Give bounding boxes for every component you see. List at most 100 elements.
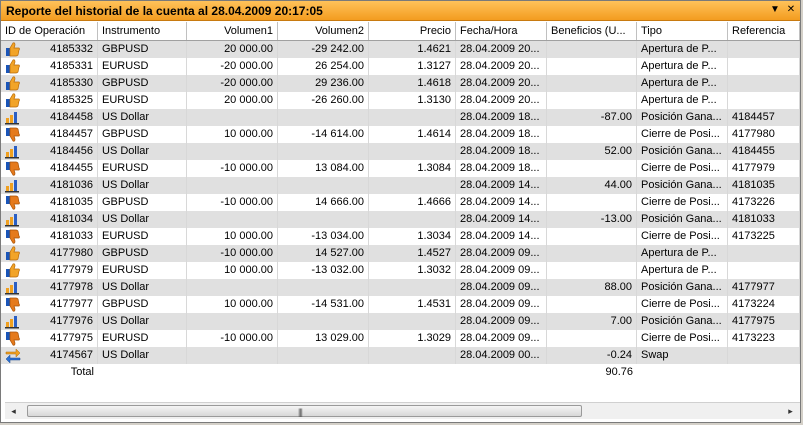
table-row[interactable]: 4177977 GBPUSD 10 000.00 -14 531.00 1.4531 28…	[1, 296, 800, 313]
table-row[interactable]: 4181033 EURUSD 10 000.00 -13 034.00 1.3034 28…	[1, 228, 800, 245]
table-row[interactable]: 4181034 US Dollar 28.04.2009 14... -13.00 Po…	[1, 211, 800, 228]
cell-v2	[278, 313, 369, 330]
table-row[interactable]: 4184455 EURUSD -10 000.00 13 084.00 1.3084 28…	[1, 160, 800, 177]
cell-profit	[547, 228, 637, 245]
cell-v2: 29 236.00	[278, 75, 369, 92]
cell-ref: 4177980	[728, 126, 800, 143]
scroll-left-icon[interactable]: ◂	[5, 403, 22, 419]
cell-type: Apertura de P...	[637, 58, 728, 75]
table-row[interactable]: 4177979 EURUSD 10 000.00 -13 032.00 1.3032 28…	[1, 262, 800, 279]
cell-text: GBPUSD	[102, 128, 149, 140]
cell-text: -10 000.00	[220, 332, 273, 344]
total-profit: 90.76	[605, 366, 633, 378]
menu-dropdown-icon[interactable]: ▼	[768, 3, 782, 17]
cell-v1: -10 000.00	[187, 194, 278, 211]
table-row[interactable]: 4177975 EURUSD -10 000.00 13 029.00 1.3029 28…	[1, 330, 800, 347]
column-header-inst[interactable]: Instrumento	[98, 22, 187, 40]
cell-type: Posición Gana...	[637, 143, 728, 160]
gain-icon	[5, 110, 21, 125]
cell-text: 1.4666	[417, 196, 451, 208]
thumbs-down-icon	[5, 331, 21, 346]
table-row[interactable]: 4184456 US Dollar 28.04.2009 18... 52.00 Pos…	[1, 143, 800, 160]
cell-text: 10 000.00	[224, 264, 273, 276]
cell-v2: -29 242.00	[278, 41, 369, 58]
cell-text: Posición Gana...	[641, 179, 722, 191]
column-header-v1[interactable]: Volumen1	[187, 22, 278, 40]
cell-text: -13 034.00	[311, 230, 364, 242]
cell-inst: EURUSD	[98, 160, 187, 177]
cell-price: 1.4527	[369, 245, 456, 262]
thumbs-down-icon	[5, 297, 21, 312]
table-row[interactable]: 4181036 US Dollar 28.04.2009 14... 44.00 Pos…	[1, 177, 800, 194]
column-header-v2[interactable]: Volumen2	[278, 22, 369, 40]
cell-dt: 28.04.2009 00...	[456, 347, 547, 364]
thumbs-down-icon	[5, 127, 21, 142]
horizontal-scrollbar[interactable]: ◂ ||| ▸	[5, 402, 800, 419]
table-row[interactable]: 4177976 US Dollar 28.04.2009 09... 7.00 Posi…	[1, 313, 800, 330]
cell-text: Apertura de P...	[641, 77, 717, 89]
cell-type: Cierre de Posi...	[637, 194, 728, 211]
cell-price	[369, 313, 456, 330]
cell-price: 1.4618	[369, 75, 456, 92]
cell-dt: 28.04.2009 14...	[456, 194, 547, 211]
cell-ref: 4173224	[728, 296, 800, 313]
cell-text: 28.04.2009 18...	[460, 162, 540, 174]
cell-text: 52.00	[604, 145, 632, 157]
close-icon[interactable]: ✕	[784, 3, 798, 17]
cell-dt: 28.04.2009 18...	[456, 160, 547, 177]
table-row[interactable]: 4185325 EURUSD 20 000.00 -26 260.00 1.3130 28…	[1, 92, 800, 109]
table-row[interactable]: 4184458 US Dollar 28.04.2009 18... -87.00 Po…	[1, 109, 800, 126]
cell-price: 1.3032	[369, 262, 456, 279]
table-row[interactable]: 4185331 EURUSD -20 000.00 26 254.00 1.3127 28…	[1, 58, 800, 75]
column-header-profit[interactable]: Beneficios (U...	[547, 22, 637, 40]
cell-id: 4185331	[1, 58, 98, 75]
table-row[interactable]: 4185332 GBPUSD 20 000.00 -29 242.00 1.4621 28…	[1, 41, 800, 58]
cell-text: 4181033	[732, 213, 775, 225]
cell-v1: 20 000.00	[187, 41, 278, 58]
cell-text: 4185331	[50, 60, 93, 72]
cell-inst: US Dollar	[98, 109, 187, 126]
cell-text: 28.04.2009 09...	[460, 281, 540, 293]
cell-ref	[728, 92, 800, 109]
table-row[interactable]: 4185330 GBPUSD -20 000.00 29 236.00 1.4618 28…	[1, 75, 800, 92]
cell-text: 1.3029	[417, 332, 451, 344]
cell-text: GBPUSD	[102, 77, 149, 89]
cell-v1: -10 000.00	[187, 245, 278, 262]
cell-inst: GBPUSD	[98, 296, 187, 313]
cell-text: 1.3084	[417, 162, 451, 174]
column-header-dt[interactable]: Fecha/Hora	[456, 22, 547, 40]
cell-profit: 52.00	[547, 143, 637, 160]
table-row[interactable]: 4174567 US Dollar 28.04.2009 00... -0.24 Swa…	[1, 347, 800, 364]
table-row[interactable]: 4184457 GBPUSD 10 000.00 -14 614.00 1.4614 28…	[1, 126, 800, 143]
title-bar[interactable]: Reporte del historial de la cuenta al 28…	[1, 1, 800, 21]
cell-text: 4177979	[732, 162, 775, 174]
scroll-thumb[interactable]: |||	[27, 405, 582, 417]
cell-text: -13 032.00	[311, 264, 364, 276]
cell-text: Apertura de P...	[641, 94, 717, 106]
cell-id: 4185330	[1, 75, 98, 92]
cell-v2: -14 614.00	[278, 126, 369, 143]
cell-v2: -13 034.00	[278, 228, 369, 245]
column-header-type[interactable]: Tipo	[637, 22, 728, 40]
cell-id: 4177979	[1, 262, 98, 279]
cell-text: EURUSD	[102, 94, 149, 106]
cell-text: 4184457	[732, 111, 775, 123]
table-row[interactable]: 4177978 US Dollar 28.04.2009 09... 88.00 Pos…	[1, 279, 800, 296]
table-row[interactable]: 4181035 GBPUSD -10 000.00 14 666.00 1.4666 28…	[1, 194, 800, 211]
cell-text: -20 000.00	[220, 60, 273, 72]
column-header-ref[interactable]: Referencia	[728, 22, 800, 40]
cell-inst: EURUSD	[98, 92, 187, 109]
cell-text: 44.00	[604, 179, 632, 191]
column-header-price[interactable]: Precio	[369, 22, 456, 40]
cell-text: 4173225	[732, 230, 775, 242]
cell-text: 4181035	[50, 196, 93, 208]
cell-inst: EURUSD	[98, 262, 187, 279]
cell-inst: EURUSD	[98, 330, 187, 347]
cell-text: 4174567	[50, 349, 93, 361]
cell-text: Apertura de P...	[641, 43, 717, 55]
column-header-id[interactable]: ID de Operación	[1, 22, 98, 40]
cell-profit: 7.00	[547, 313, 637, 330]
cell-ref: 4173223	[728, 330, 800, 347]
table-row[interactable]: 4177980 GBPUSD -10 000.00 14 527.00 1.4527 28…	[1, 245, 800, 262]
scroll-right-icon[interactable]: ▸	[782, 403, 799, 419]
